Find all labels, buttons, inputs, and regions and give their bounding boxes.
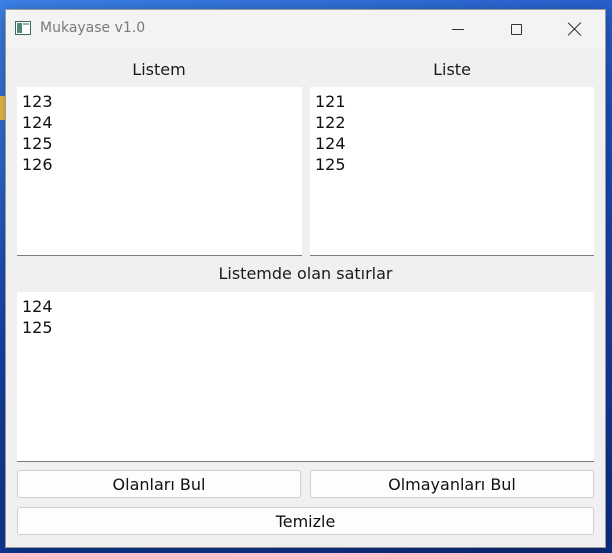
close-icon bbox=[568, 22, 582, 36]
listem-line: 124 bbox=[22, 113, 53, 132]
clear-button[interactable]: Temizle bbox=[17, 507, 594, 535]
app-window: Mukayase v1.0 Listem Liste 123 124 125 1… bbox=[5, 9, 606, 548]
liste-line: 124 bbox=[315, 134, 346, 153]
result-line: 124 bbox=[22, 297, 53, 316]
minimize-button[interactable] bbox=[429, 10, 487, 48]
liste-label: Liste bbox=[433, 60, 471, 79]
find-present-button[interactable]: Olanları Bul bbox=[17, 470, 301, 498]
result-label: Listemde olan satırlar bbox=[218, 264, 393, 283]
result-textbox[interactable]: 124 125 bbox=[17, 292, 594, 462]
liste-line: 125 bbox=[315, 155, 346, 174]
liste-line: 121 bbox=[315, 92, 346, 111]
find-absent-button[interactable]: Olmayanları Bul bbox=[310, 470, 594, 498]
listem-textbox[interactable]: 123 124 125 126 bbox=[17, 87, 302, 256]
minimize-icon bbox=[452, 28, 464, 30]
listem-line: 123 bbox=[22, 92, 53, 111]
listem-label: Listem bbox=[132, 60, 186, 79]
listem-line: 125 bbox=[22, 134, 53, 153]
window-title: Mukayase v1.0 bbox=[40, 20, 146, 36]
listem-line: 126 bbox=[22, 155, 53, 174]
app-window-icon bbox=[15, 21, 31, 35]
liste-textbox[interactable]: 121 122 124 125 bbox=[310, 87, 594, 256]
liste-line: 122 bbox=[315, 113, 346, 132]
title-bar[interactable]: Mukayase v1.0 bbox=[6, 10, 605, 48]
result-line: 125 bbox=[22, 318, 53, 337]
maximize-icon bbox=[510, 23, 522, 35]
close-button[interactable] bbox=[546, 10, 604, 48]
maximize-button[interactable] bbox=[487, 10, 545, 48]
